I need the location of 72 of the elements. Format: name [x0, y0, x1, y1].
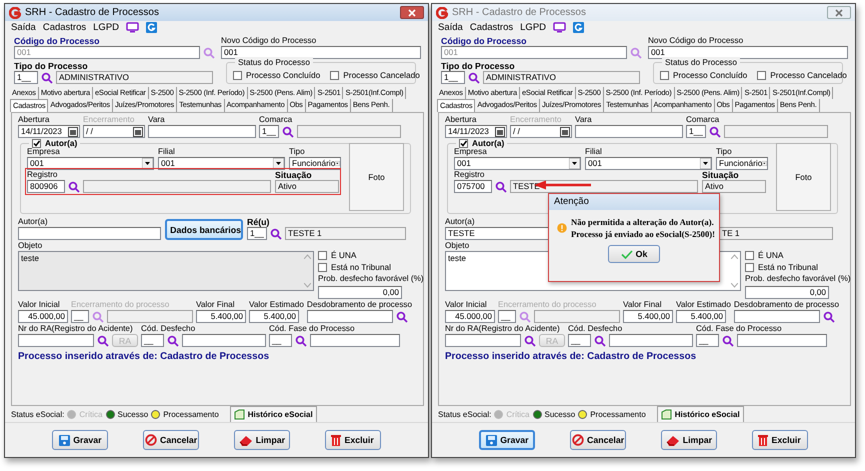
checkbox-label: Processo Cancelado [343, 70, 420, 80]
field-label: Registro [454, 170, 484, 180]
field-label: Comarca [686, 115, 720, 125]
field-label: Encerramento do processo [71, 300, 170, 310]
status-legend: Crítica [79, 410, 102, 418]
field-label: Cód. Fase do Processo [269, 324, 355, 334]
checkbox-label: Processo Concluído [246, 70, 320, 80]
group-title: Autor(a) [472, 138, 504, 148]
dialog-title: Atenção [549, 194, 719, 210]
field-label: Nr do RA(Registro do Acidente) [445, 324, 560, 334]
field-label: Código do Processo [14, 36, 100, 46]
field-label: Nr do RA(Registro do Acidente) [18, 324, 133, 334]
field-label: Cód. Fase do Processo [696, 324, 782, 334]
window-title: SRH - Cadastro de Processos [452, 7, 587, 18]
field-label: Registro [27, 170, 58, 180]
field-label: Código do Processo [441, 36, 527, 46]
field-label: Valor Inicial [18, 300, 60, 310]
field-label: Abertura [445, 115, 476, 125]
window-title: SRH - Cadastro de Processos [25, 7, 160, 18]
field-label: Autor(a) [18, 217, 48, 227]
field-label: Situação [275, 170, 312, 180]
field-label: Filial [158, 147, 175, 157]
field-label: Tipo do Processo [14, 61, 88, 71]
field-label: Objeto [18, 241, 42, 251]
origin-note: Processo inserido através de: Cadastro de Processos [445, 351, 698, 362]
status-legend: Processamento [163, 410, 219, 418]
field-label: Valor Inicial [445, 300, 487, 310]
field-label: Ré(u) [247, 217, 270, 227]
checkbox-label: Está no Tribunal [331, 262, 391, 272]
group-title: Autor(a) [45, 138, 78, 148]
status-legend: Processamento [590, 410, 646, 418]
origin-note: Processo inserido através de: Cadastro de Processos [18, 351, 270, 362]
field-label: Encerramento [510, 115, 562, 125]
status-label: Status eSocial: [11, 410, 64, 418]
field-label: Autor(a) [445, 217, 475, 227]
field-label: Abertura [18, 115, 50, 125]
field-label: Prob. desfecho favorável (%) [318, 274, 424, 284]
checkbox-label: Processo Concluído [673, 70, 748, 80]
field-label: Novo Código do Processo [221, 36, 316, 46]
status-label: Status eSocial: [438, 410, 492, 418]
field-label: Valor Final [623, 300, 662, 310]
status-legend: Crítica [506, 410, 530, 418]
checkbox-label: Está no Tribunal [758, 262, 818, 272]
field-label: Tipo [716, 147, 732, 157]
field-label: Prob. desfecho favorável (%) [745, 274, 851, 284]
field-label: Empresa [454, 147, 487, 157]
field-label: Desdobramento de processo [306, 300, 412, 310]
checkbox-label: É UNA [758, 250, 784, 260]
field-label: Valor Estimado [249, 300, 304, 310]
checkbox-label: Processo Cancelado [770, 70, 847, 80]
checkbox-label: É UNA [331, 250, 356, 260]
field-label: Encerramento do processo [498, 300, 596, 310]
field-label: Vara [148, 115, 165, 125]
field-label: Valor Estimado [676, 300, 731, 310]
field-label: Comarca [259, 115, 292, 125]
field-label: Objeto [445, 241, 470, 251]
field-label: Cód. Desfecho [568, 324, 622, 334]
status-legend: Sucesso [118, 410, 148, 418]
field-label: Valor Final [196, 300, 235, 310]
field-label: Novo Código do Processo [648, 36, 744, 46]
field-label: Cód. Desfecho [141, 324, 196, 334]
status-legend: Sucesso [544, 410, 576, 418]
group-title: Status do Processo [662, 57, 740, 67]
field-label: Situação [702, 170, 739, 180]
field-label: Desdobramento de processo [734, 300, 840, 310]
field-label: Empresa [27, 147, 60, 157]
field-label: Filial [585, 147, 602, 157]
field-label: Encerramento [83, 115, 134, 125]
field-label: Tipo [289, 147, 305, 157]
field-label: Vara [575, 115, 592, 125]
group-title: Status do Processo [235, 57, 313, 67]
field-label: Tipo do Processo [441, 61, 515, 71]
